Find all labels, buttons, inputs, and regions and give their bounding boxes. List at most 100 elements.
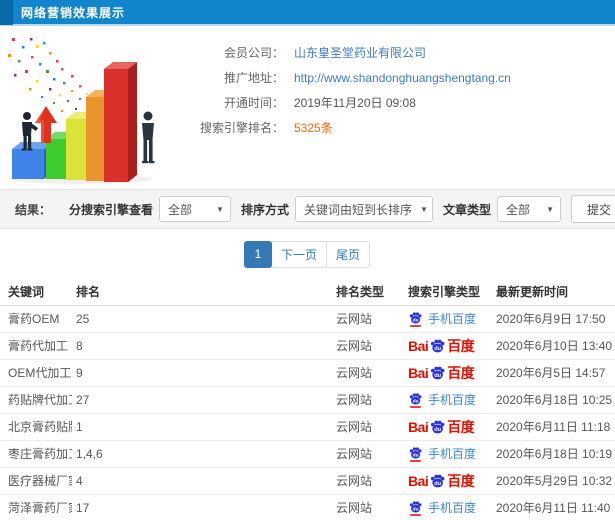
engine-type-cell: du 手机百度 — [404, 440, 492, 468]
updated-time-cell: 2020年6月11日 11:40 — [492, 494, 615, 520]
baidu-paw-icon: du — [408, 392, 423, 408]
rank-count-value: 5325条 — [294, 121, 333, 135]
mobile-baidu-logo: du 手机百度 — [408, 445, 476, 462]
table-row: OEM代加工 9 云网站 Bai du 百度 2020年6月5日 14:57 — [0, 359, 615, 387]
article-type-filter-select[interactable]: 全部 ▼ — [497, 196, 561, 222]
keyword-cell: 医疗器械厂家 — [0, 467, 72, 495]
company-label: 会员公司： — [223, 46, 284, 60]
baidu-logo: Bai du 百度 — [408, 338, 475, 353]
account-info-section: 会员公司： 山东皇圣堂药业有限公司 推广地址： http://www.shand… — [0, 26, 615, 189]
keyword-cell: 枣庄膏药加工 — [0, 440, 72, 468]
next-page-button[interactable]: 下一页 — [270, 240, 327, 268]
baidu-logo: Bai du 百度 — [408, 365, 475, 381]
table-row: 膏药OEM 25 云网站 du 手机百度 2020年6月9日 17:50 — [0, 305, 615, 333]
svg-text:du: du — [413, 398, 419, 404]
submit-button[interactable]: 提交 — [571, 195, 615, 223]
engine-type-cell: du 手机百度 — [404, 494, 492, 520]
rank-link[interactable]: 9 — [72, 359, 332, 387]
svg-text:du: du — [434, 373, 441, 379]
engine-filter-select[interactable]: 全部 ▼ — [158, 196, 231, 222]
mobile-baidu-label: 手机百度 — [428, 447, 477, 461]
article-type-filter-value: 全部 — [506, 202, 531, 217]
header-keyword: 关键词 — [0, 279, 72, 306]
page-title: 网络营销效果展示 — [21, 5, 126, 20]
rank-type-cell: 云网站 — [332, 359, 404, 387]
page-button-1[interactable]: 1 — [243, 240, 272, 268]
info-row-open-time: 开通时间： 2019年11月20日 09:08 — [186, 90, 615, 115]
rank-type-cell: 云网站 — [332, 386, 404, 414]
baidu-bai-text: Bai — [408, 419, 429, 435]
chevron-down-icon: ▼ — [420, 204, 428, 214]
table-header-row: 关键词 排名 排名类型 搜索引擎类型 最新更新时间 — [0, 279, 615, 306]
keyword-cell: 药贴牌代加工 — [0, 386, 72, 414]
baidu-bai-text: Bai — [408, 365, 429, 381]
network-marketing-report-page: 网络营销效果展示 会员公司： 山东皇圣堂药业有限公司 推广地址： http://… — [0, 0, 615, 520]
rank-type-cell: 云网站 — [332, 413, 404, 441]
result-label: 结果： — [15, 202, 52, 217]
keyword-cell: OEM代加工 — [0, 359, 72, 387]
header-engine-type: 搜索引擎类型 — [404, 279, 492, 306]
svg-text:du: du — [434, 427, 441, 433]
keyword-cell: 菏泽膏药厂家 — [0, 494, 72, 520]
title-bar: 网络营销效果展示 — [0, 0, 615, 26]
engine-type-cell: du 手机百度 — [404, 386, 492, 414]
baidu-cn-text: 百度 — [447, 473, 475, 489]
engine-filter-label: 分搜索引擎查看 — [68, 202, 153, 217]
company-name-link[interactable]: 山东皇圣堂药业有限公司 — [294, 44, 426, 61]
rank-link[interactable]: 25 — [72, 305, 332, 333]
rank-link[interactable]: 1,4,6 — [72, 440, 332, 468]
baidu-paw-icon: du — [428, 365, 447, 380]
baidu-cn-text: 百度 — [447, 419, 475, 435]
filter-group: 分搜索引擎查看 全部 ▼ 排序方式 关键词由短到长排序 ▼ 文章类型 全部 ▼ … — [59, 195, 615, 223]
baidu-paw-icon: du — [428, 419, 447, 434]
sort-filter-label: 排序方式 — [240, 202, 289, 217]
mobile-baidu-label: 手机百度 — [428, 312, 477, 326]
updated-time-cell: 2020年6月11日 11:18 — [492, 413, 615, 441]
baidu-bai-text: Bai — [408, 473, 429, 489]
rank-type-cell: 云网站 — [332, 332, 404, 360]
keyword-cell: 膏药OEM — [0, 305, 72, 333]
rank-type-cell: 云网站 — [332, 467, 404, 495]
title-bar-accent — [0, 0, 13, 25]
engine-type-cell: du 手机百度 — [404, 305, 492, 333]
svg-text:du: du — [434, 346, 441, 352]
info-row-company: 会员公司： 山东皇圣堂药业有限公司 — [186, 40, 615, 65]
rank-link[interactable]: 8 — [72, 332, 332, 360]
mobile-baidu-logo: du 手机百度 — [408, 310, 476, 327]
updated-time-cell: 2020年6月9日 17:50 — [492, 305, 615, 333]
rank-link[interactable]: 4 — [72, 467, 332, 495]
mobile-baidu-label: 手机百度 — [428, 393, 477, 407]
open-time-value: 2019年11月20日 09:08 — [294, 96, 416, 110]
pagination-wrap: 1 下一页 尾页 — [0, 229, 615, 279]
chevron-down-icon: ▼ — [216, 204, 224, 214]
rank-link[interactable]: 1 — [72, 413, 332, 441]
rank-type-cell: 云网站 — [332, 440, 404, 468]
keyword-cell: 膏药代加工 — [0, 332, 72, 360]
rank-link[interactable]: 17 — [72, 494, 332, 520]
table-row: 膏药代加工 8 云网站 Bai du 百度 2020年6月10日 13:40 — [0, 332, 615, 360]
table-row: 菏泽膏药厂家 17 云网站 du 手机百度 2020年6月11日 11:40 — [0, 494, 615, 520]
sort-filter-select[interactable]: 关键词由短到长排序 ▼ — [294, 196, 433, 222]
baidu-logo: Bai du 百度 — [408, 419, 475, 435]
promo-url-link[interactable]: http://www.shandonghuangshengtang.cn — [294, 71, 511, 85]
updated-time-cell: 2020年6月18日 10:19 — [492, 440, 615, 468]
baidu-paw-icon: du — [408, 446, 423, 462]
baidu-cn-text: 百度 — [447, 365, 475, 381]
growth-bar-chart-illustration — [8, 38, 155, 184]
rank-link[interactable]: 27 — [72, 386, 332, 414]
svg-text:du: du — [413, 506, 419, 512]
last-page-button[interactable]: 尾页 — [326, 240, 371, 268]
baidu-paw-icon: du — [428, 338, 447, 353]
header-rank: 排名 — [72, 279, 332, 306]
updated-time-cell: 2020年6月10日 13:40 — [492, 332, 615, 360]
updated-time-cell: 2020年6月5日 14:57 — [492, 359, 615, 387]
promo-url-label: 推广地址： — [223, 71, 284, 85]
header-rank-type: 排名类型 — [332, 279, 404, 306]
table-row: 枣庄膏药加工 1,4,6 云网站 du 手机百度 2020年6月18日 10:19 — [0, 440, 615, 468]
info-row-rank-count: 搜索引擎排名： 5325条 — [186, 115, 615, 140]
bar-red — [104, 62, 137, 182]
info-row-url: 推广地址： http://www.shandonghuangshengtang.… — [186, 65, 615, 90]
table-row: 医疗器械厂家 4 云网站 Baidu 百度 2020年5月29日 10:32 — [0, 467, 615, 495]
engine-type-cell: Bai du 百度 — [404, 359, 492, 387]
mobile-baidu-logo: du 手机百度 — [408, 391, 476, 408]
